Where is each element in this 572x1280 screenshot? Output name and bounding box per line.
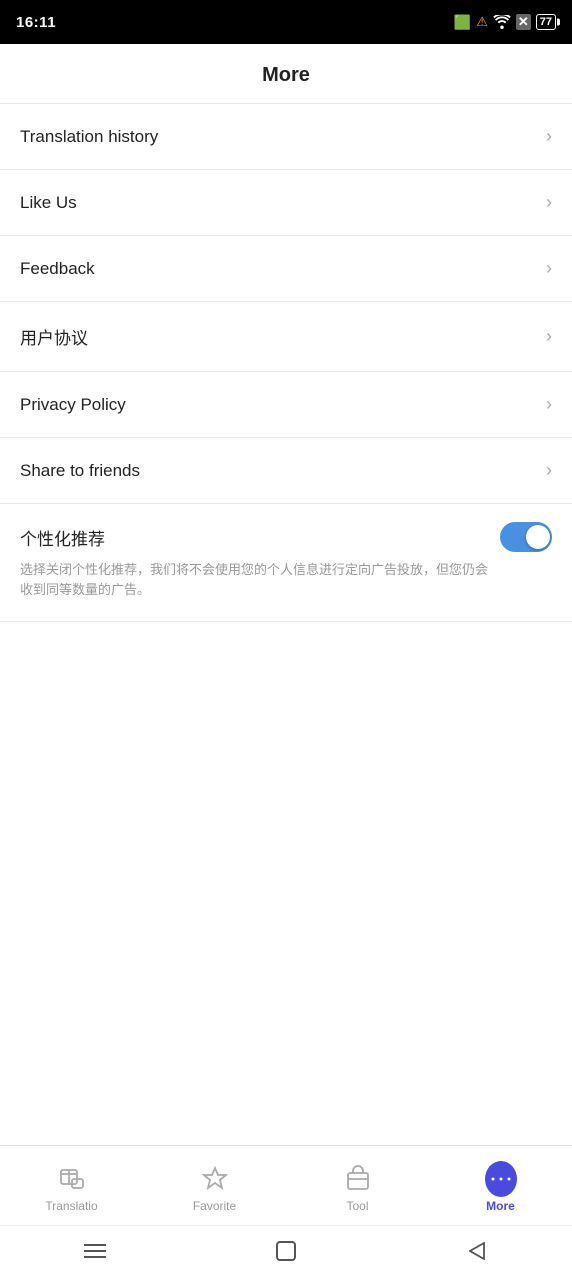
status-bar: 16:11 🟩 ⚠ ✕ 77 <box>0 0 572 44</box>
translation-icon <box>58 1165 86 1193</box>
tab-item-favorite[interactable]: Favorite <box>143 1163 286 1213</box>
nav-back-button[interactable] <box>457 1236 497 1266</box>
more-icon-wrap <box>485 1163 517 1195</box>
wifi-icon <box>493 15 511 29</box>
toggle-description: 选择关闭个性化推荐，我们将不会使用您的个人信息进行定向广告投放，但您仍会收到同等… <box>20 560 552 599</box>
menu-item-like-us[interactable]: Like Us › <box>0 170 572 236</box>
toggle-thumb <box>526 525 550 549</box>
content-spacer <box>0 884 572 1146</box>
chevron-icon-share-to-friends: › <box>546 460 552 481</box>
hamburger-icon <box>84 1243 106 1259</box>
status-icons: 🟩 ⚠ ✕ 77 <box>454 14 556 31</box>
more-tab-circle <box>485 1161 517 1197</box>
tab-label-tool: Tool <box>346 1199 368 1213</box>
nav-home-button[interactable] <box>266 1236 306 1266</box>
chevron-icon-feedback: › <box>546 258 552 279</box>
favorite-icon-wrap <box>199 1163 231 1195</box>
menu-item-label-translation-history: Translation history <box>20 127 158 147</box>
tab-label-favorite: Favorite <box>193 1199 236 1213</box>
translation-icon-wrap <box>56 1163 88 1195</box>
tool-icon-wrap <box>342 1163 374 1195</box>
page-title-bar: More <box>0 44 572 104</box>
chevron-icon-translation-history: › <box>546 126 552 147</box>
chevron-icon-privacy-policy: › <box>546 394 552 415</box>
nav-menu-button[interactable] <box>75 1236 115 1266</box>
warning-icon: ⚠ <box>476 14 488 30</box>
chevron-icon-like-us: › <box>546 192 552 213</box>
menu-item-translation-history[interactable]: Translation history › <box>0 104 572 170</box>
menu-item-label-feedback: Feedback <box>20 259 95 279</box>
app-icon-1: 🟩 <box>454 14 471 31</box>
page-title: More <box>16 64 556 87</box>
menu-item-feedback[interactable]: Feedback › <box>0 236 572 302</box>
menu-item-user-agreement[interactable]: 用户协议 › <box>0 302 572 372</box>
tab-label-more: More <box>486 1199 515 1213</box>
tab-bar: Translatio Favorite Tool <box>0 1145 572 1225</box>
menu-item-label-like-us: Like Us <box>20 193 77 213</box>
tool-icon <box>344 1165 372 1193</box>
x-icon: ✕ <box>516 14 531 30</box>
menu-list: Translation history › Like Us › Feedback… <box>0 104 572 884</box>
tab-label-translation: Translatio <box>45 1199 97 1213</box>
menu-item-share-to-friends[interactable]: Share to friends › <box>0 438 572 504</box>
chevron-icon-user-agreement: › <box>546 326 552 347</box>
more-dots-icon <box>491 1175 511 1183</box>
home-square-icon <box>276 1241 296 1261</box>
tab-item-translation[interactable]: Translatio <box>0 1163 143 1213</box>
personalized-toggle[interactable] <box>500 522 552 552</box>
menu-item-privacy-policy[interactable]: Privacy Policy › <box>0 372 572 438</box>
menu-item-label-user-agreement: 用户协议 <box>20 324 88 349</box>
toggle-row: 个性化推荐 <box>20 522 552 552</box>
android-nav-bar <box>0 1225 572 1280</box>
status-time: 16:11 <box>16 14 56 31</box>
toggle-title: 个性化推荐 <box>20 525 105 550</box>
favorite-icon <box>201 1165 229 1193</box>
tab-item-tool[interactable]: Tool <box>286 1163 429 1213</box>
toggle-track <box>500 522 552 552</box>
back-triangle-icon <box>469 1242 485 1260</box>
menu-item-label-share-to-friends: Share to friends <box>20 461 140 481</box>
menu-item-label-privacy-policy: Privacy Policy <box>20 395 126 415</box>
tab-item-more[interactable]: More <box>429 1163 572 1213</box>
personalized-recommendation-section: 个性化推荐 选择关闭个性化推荐，我们将不会使用您的个人信息进行定向广告投放，但您… <box>0 504 572 622</box>
battery-icon: 77 <box>536 14 556 30</box>
